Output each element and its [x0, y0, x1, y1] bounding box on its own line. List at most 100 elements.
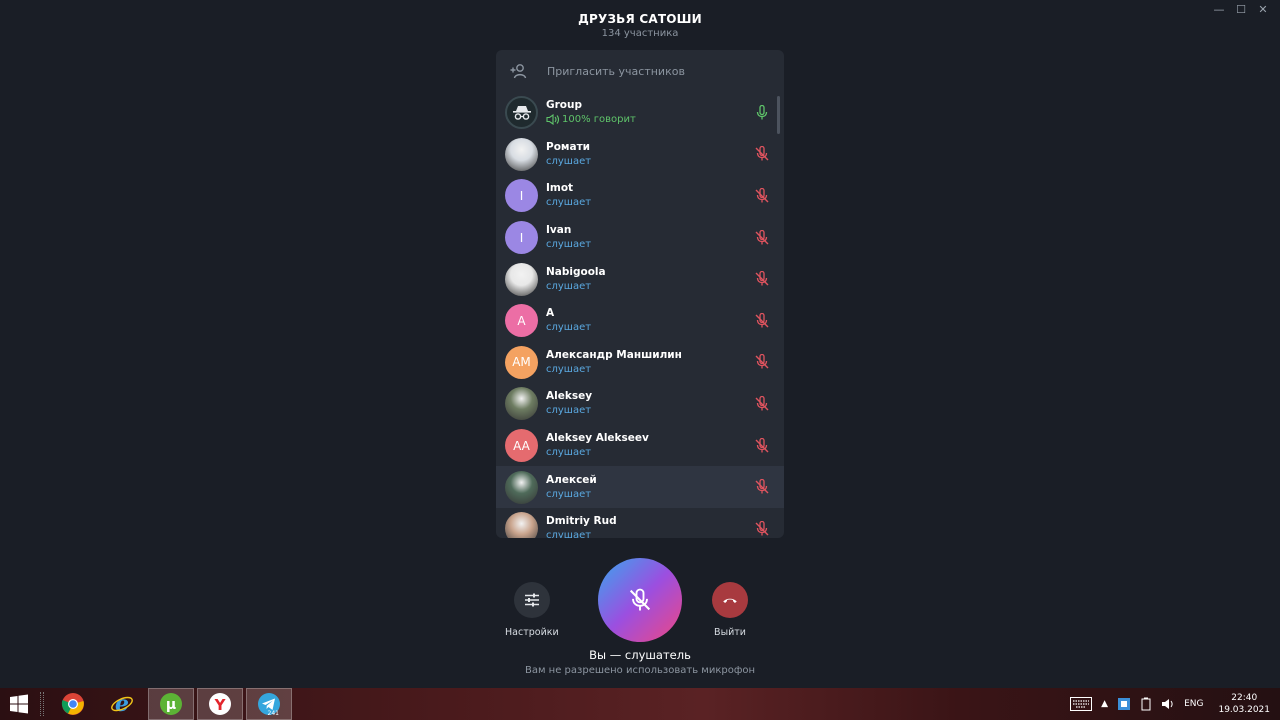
participant-row[interactable]: Алексей слушает: [496, 466, 784, 508]
avatar: [505, 470, 538, 504]
participant-status-text: слушает: [546, 447, 592, 459]
participant-name: Dmitriy Rud: [546, 515, 617, 528]
mic-off-icon[interactable]: [754, 146, 770, 162]
microphone-button[interactable]: [598, 558, 682, 642]
participant-row[interactable]: I Imot слушает: [496, 175, 784, 217]
participant-name: Nabigoola: [546, 265, 606, 278]
participant-status-text: слушает: [546, 405, 592, 417]
participant-row[interactable]: AA Aleksey Alekseev слушает: [496, 425, 784, 467]
clock-time: 22:40: [1231, 693, 1258, 703]
taskbar: e µ Y 241 ▲ ENG 22:40 19.03.2021: [0, 688, 1280, 720]
participant-status: слушает: [546, 362, 682, 377]
participant-name: Group: [546, 99, 583, 112]
avatar: [505, 512, 538, 538]
mic-off-icon[interactable]: [754, 479, 770, 495]
participant-row[interactable]: АМ Александр Маншилин слушает: [496, 342, 784, 384]
hang-up-icon: [723, 598, 737, 603]
participant-name: Aleksey Alekseev: [546, 432, 649, 445]
utorrent-app[interactable]: µ: [148, 688, 194, 720]
participant-row[interactable]: Aleksey слушает: [496, 383, 784, 425]
volume-icon[interactable]: [1161, 697, 1175, 711]
chrome-icon: [61, 693, 84, 715]
leave-control: Выйти: [712, 582, 748, 638]
ie-app[interactable]: e: [99, 688, 145, 720]
participant-name: A: [546, 307, 555, 320]
participant-info: Александр Маншилин слушает: [546, 348, 682, 377]
participant-row[interactable]: I Ivan слушает: [496, 217, 784, 259]
avatar: [505, 96, 538, 130]
participant-info: Group 100% говорит: [546, 98, 636, 127]
utorrent-icon: µ: [160, 693, 182, 715]
settings-control: Настройки: [505, 582, 559, 638]
mic-off-icon[interactable]: [754, 354, 770, 370]
participant-status-text: слушает: [546, 363, 592, 375]
avatar: [505, 387, 538, 421]
mic-off-icon[interactable]: [754, 520, 770, 537]
clock-date: 19.03.2021: [1218, 705, 1270, 715]
network-icon[interactable]: [1117, 697, 1131, 711]
avatar: A: [505, 304, 538, 338]
participant-row[interactable]: A Aслушает: [496, 300, 784, 342]
participant-status: слушает: [546, 445, 649, 460]
participant-status-text: слушает: [546, 280, 592, 292]
participant-name: Imot: [546, 182, 574, 195]
settings-label: Настройки: [505, 627, 559, 638]
participant-info: Aслушает: [546, 306, 591, 335]
battery-icon[interactable]: [1140, 697, 1152, 711]
participant-info: Ромати слушает: [546, 140, 591, 169]
mic-off-icon[interactable]: [754, 271, 770, 287]
settings-button[interactable]: [513, 582, 550, 618]
participant-status: слушает: [546, 487, 597, 502]
leave-button[interactable]: [712, 582, 748, 618]
participant-status: слушает: [546, 195, 591, 210]
participant-status: слушает: [546, 154, 591, 169]
svg-text:µ: µ: [166, 697, 176, 713]
participant-status-text: слушает: [546, 322, 592, 334]
mic-off-icon: [629, 588, 651, 611]
start-button[interactable]: [0, 688, 38, 720]
settings-sliders-icon: [524, 593, 539, 607]
mic-off-icon[interactable]: [754, 395, 770, 412]
participant-info: Aleksey слушает: [546, 389, 592, 418]
invite-participants-button[interactable]: Пригласить участников: [496, 50, 784, 92]
language-indicator[interactable]: ENG: [1184, 699, 1203, 709]
participants-list[interactable]: Group 100% говорит Ромати слушает I Imot слуша…: [496, 92, 784, 538]
participant-row[interactable]: Dmitriy Rud слушает: [496, 508, 784, 538]
participant-status-text: слушает: [546, 530, 592, 538]
mic-on-icon[interactable]: [754, 104, 770, 121]
leave-label: Выйти: [714, 627, 746, 638]
mic-off-icon[interactable]: [754, 187, 770, 204]
mic-off-icon[interactable]: [754, 437, 770, 454]
avatar: I: [505, 179, 538, 213]
keyboard-icon[interactable]: [1070, 697, 1093, 711]
avatar: AA: [505, 429, 538, 463]
participant-info: Алексей слушает: [546, 473, 597, 502]
mic-off-icon[interactable]: [754, 312, 770, 329]
telegram-app[interactable]: 241: [246, 688, 292, 720]
chrome-app[interactable]: [50, 688, 96, 720]
mic-off-icon[interactable]: [754, 229, 770, 246]
participant-row[interactable]: Group 100% говорит: [496, 92, 784, 134]
participant-status: слушает: [546, 403, 592, 418]
participant-name: Александр Маншилин: [546, 348, 682, 361]
participant-count: 134 участника: [601, 28, 679, 39]
participant-name: Ромати: [546, 140, 591, 153]
clock[interactable]: 22:40 19.03.2021: [1218, 692, 1270, 716]
add-user-icon: [510, 64, 527, 79]
participant-name: Aleksey: [546, 390, 593, 403]
participant-status-text: слушает: [546, 197, 592, 209]
windows-logo-icon: [10, 694, 28, 714]
participant-info: Imot слушает: [546, 181, 591, 210]
avatar: [505, 262, 538, 296]
participant-name: Алексей: [546, 473, 597, 486]
avatar: I: [505, 221, 538, 255]
tray-expand-icon[interactable]: ▲: [1101, 699, 1108, 709]
telegram-badge: 241: [267, 710, 279, 717]
participant-row[interactable]: Nabigoola слушает: [496, 258, 784, 300]
participant-row[interactable]: Ромати слушает: [496, 134, 784, 176]
scrollbar[interactable]: [777, 96, 780, 134]
yandex-icon: Y: [209, 693, 231, 715]
self-status: Вы — слушатель: [589, 648, 691, 662]
svg-text:e: e: [115, 692, 129, 716]
yandex-app[interactable]: Y: [197, 688, 243, 720]
